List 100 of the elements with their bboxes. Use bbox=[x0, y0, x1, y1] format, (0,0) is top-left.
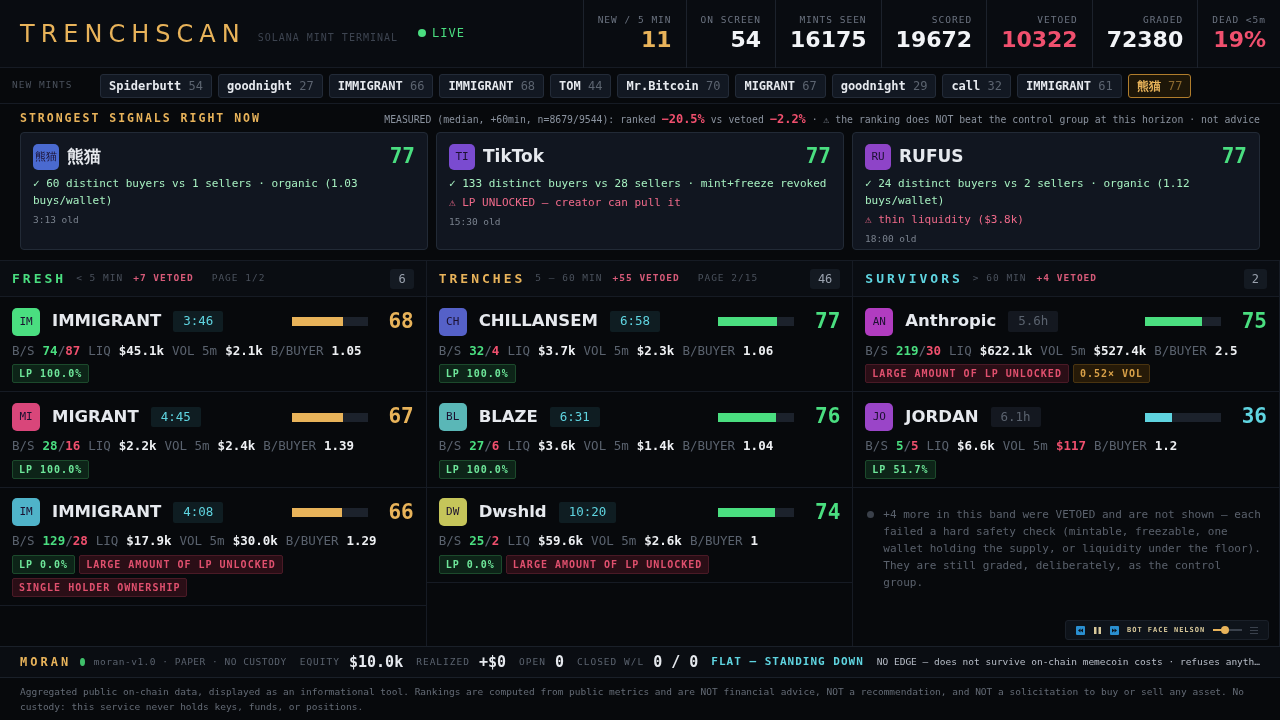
age-range: > 60 MIN bbox=[972, 271, 1027, 286]
mint-chip[interactable]: IMMIGRANT 68 bbox=[439, 73, 545, 98]
mint-chip[interactable]: call 32 bbox=[942, 73, 1011, 98]
status-tag: LP 51.7% bbox=[865, 459, 936, 479]
metric-label: VOL 5m bbox=[1040, 341, 1086, 360]
mint-chip[interactable]: 熊猫 77 bbox=[1127, 73, 1192, 98]
age-chip: 10:20 bbox=[558, 501, 617, 523]
warning-text: ⚠ LP UNLOCKED — creator can pull it bbox=[449, 194, 682, 211]
mint-chip[interactable]: IMMIGRANT 66 bbox=[328, 73, 434, 98]
mint-chip[interactable]: goodnight 29 bbox=[831, 73, 937, 98]
avatar: TI bbox=[449, 143, 475, 170]
metric-value: 2.5 bbox=[1214, 341, 1238, 360]
metric-value: 1.04 bbox=[743, 436, 774, 455]
metric-value: $2.2k bbox=[118, 436, 157, 455]
stat-value: 72380 bbox=[1106, 27, 1184, 54]
metric-label: LIQ bbox=[949, 341, 972, 360]
page-indicator: PAGE 2/15 bbox=[697, 271, 759, 286]
buy-sell-ratio: 219/30 bbox=[895, 341, 942, 360]
metric-value: $3.6k bbox=[537, 436, 576, 455]
ticker-label: NEW MINTS bbox=[12, 78, 74, 93]
metric-value: 1 bbox=[750, 532, 759, 550]
stat-value: $10.0k bbox=[349, 651, 404, 673]
slider-thumb[interactable] bbox=[1220, 626, 1229, 634]
metric-label: B/S bbox=[438, 532, 462, 550]
mint-chip[interactable]: TOM 44 bbox=[550, 73, 612, 98]
mint-chip[interactable]: MIGRANT 67 bbox=[735, 73, 826, 98]
metric-value: $2.4k bbox=[217, 436, 256, 455]
section-title: STRONGEST SIGNALS RIGHT NOW bbox=[20, 110, 261, 128]
age-chip: 6:58 bbox=[609, 311, 661, 333]
age-chip: 6:31 bbox=[549, 406, 600, 428]
column-title: FRESH bbox=[12, 269, 67, 288]
metric-label: VOL 5m bbox=[591, 532, 637, 550]
status-tag: LP 0.0% bbox=[12, 554, 76, 574]
metric-value: $117 bbox=[1055, 436, 1086, 455]
stat-value: 10322 bbox=[1001, 27, 1078, 54]
metric-label: B/BUYER bbox=[1154, 341, 1207, 360]
page-indicator: PAGE 1/2 bbox=[211, 271, 266, 286]
age-chip: 5.6h bbox=[1008, 311, 1059, 333]
stat-label: SCORED bbox=[931, 13, 973, 28]
age-chip: 4:08 bbox=[173, 501, 224, 523]
metric-label: B/S bbox=[865, 341, 888, 360]
avatar: DW bbox=[438, 498, 467, 527]
buy-sell-ratio: 129/28 bbox=[42, 532, 88, 550]
metric-value: $3.7k bbox=[537, 341, 576, 360]
status-tag: LARGE AMOUNT OF LP UNLOCKED bbox=[505, 554, 710, 574]
stat-value: 11 bbox=[640, 27, 672, 54]
token-name: TikTok bbox=[483, 145, 546, 168]
metric-label: B/BUYER bbox=[682, 341, 736, 360]
metric-label: VOL 5m bbox=[171, 341, 218, 360]
bot-note: NO EDGE — does not survive on-chain memecoin costs · refuses anyth… bbox=[876, 654, 1260, 669]
mint-chip[interactable]: Spiderbutt 54 bbox=[100, 73, 212, 98]
token-name: 熊猫 bbox=[67, 145, 102, 168]
score: 67 bbox=[387, 403, 414, 431]
score: 76 bbox=[814, 403, 841, 431]
metric-label: B/S bbox=[438, 436, 462, 455]
count-badge: 46 bbox=[809, 268, 841, 289]
stat-value: 19% bbox=[1213, 27, 1266, 54]
metric-value: $6.6k bbox=[957, 436, 995, 455]
token-name: RUFUS bbox=[899, 145, 965, 168]
token-name: IMMIGRANT bbox=[52, 310, 162, 333]
avatar: IM bbox=[12, 498, 40, 527]
stat-value: +$0 bbox=[478, 651, 507, 673]
status-tag: 0.52× VOL bbox=[1072, 364, 1151, 384]
metric-value: 1.06 bbox=[743, 341, 774, 360]
age-chip: 4:45 bbox=[150, 406, 201, 428]
age-range: < 5 MIN bbox=[76, 271, 124, 286]
status-tag: LARGE AMOUNT OF LP UNLOCKED bbox=[865, 364, 1069, 384]
metric-value: $2.1k bbox=[225, 341, 263, 360]
age-chip: 3:46 bbox=[173, 311, 224, 333]
metric-label: LIQ bbox=[507, 532, 530, 550]
vetoed-count: +7 VETOED bbox=[133, 271, 194, 286]
warning-text: ⚠ thin liquidity ($3.8k) bbox=[865, 211, 1025, 228]
avatar: CH bbox=[438, 307, 467, 336]
mint-chip[interactable]: Mr.Bitcoin 70 bbox=[617, 73, 730, 98]
mint-chip[interactable]: goodnight 27 bbox=[217, 73, 323, 98]
metric-label: B/BUYER bbox=[1094, 436, 1147, 455]
count-badge: 6 bbox=[390, 268, 414, 289]
age-text: 3:13 old bbox=[33, 212, 80, 227]
metric-label: B/S bbox=[12, 436, 35, 455]
vetoed-count: +4 VETOED bbox=[1036, 271, 1098, 286]
count-badge: 2 bbox=[1243, 268, 1267, 289]
token-name: Anthropic bbox=[905, 310, 997, 333]
token-name: Dwshld bbox=[478, 500, 547, 523]
metric-label: B/S bbox=[865, 436, 888, 455]
status-tag: LARGE AMOUNT OF LP UNLOCKED bbox=[79, 554, 283, 574]
mint-chip[interactable]: IMMIGRANT 61 bbox=[1017, 73, 1122, 98]
age-range: 5 – 60 MIN bbox=[535, 271, 603, 286]
metric-label: B/BUYER bbox=[689, 532, 743, 550]
avatar: AN bbox=[865, 307, 894, 336]
score: 66 bbox=[387, 498, 414, 526]
score: 36 bbox=[1240, 403, 1267, 431]
stat-label: GRADED bbox=[1142, 13, 1184, 28]
metric-label: B/BUYER bbox=[682, 436, 736, 455]
metric-label: VOL 5m bbox=[583, 341, 629, 360]
metric-label: B/S bbox=[12, 532, 35, 550]
status-tag: LP 0.0% bbox=[438, 554, 502, 574]
metric-label: LIQ bbox=[95, 532, 119, 550]
app-logo: TRENCHSCAN bbox=[20, 18, 246, 50]
bot-meta: moran-v1.0 · PAPER · NO CUSTODY bbox=[93, 654, 287, 669]
metric-label: LIQ bbox=[88, 341, 111, 360]
